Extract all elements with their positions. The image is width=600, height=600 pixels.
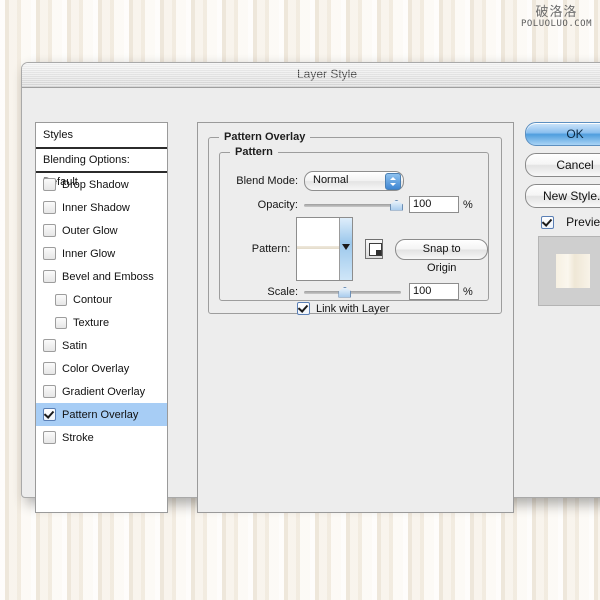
link-with-layer-label: Link with Layer	[316, 302, 390, 315]
dialog-titlebar[interactable]: Layer Style	[22, 63, 600, 88]
ok-button[interactable]: OK	[525, 122, 600, 146]
chevron-updown-icon[interactable]	[385, 173, 401, 190]
style-enable-checkbox[interactable]	[43, 362, 56, 375]
scale-unit: %	[463, 285, 473, 298]
styles-item-container: Drop Shadow Inner Shadow Outer Glow Inner G…	[36, 173, 167, 449]
style-row[interactable]: Contour	[36, 288, 167, 311]
style-row[interactable]: Color Overlay	[36, 357, 167, 380]
pattern-picker[interactable]	[296, 217, 354, 281]
style-enable-checkbox[interactable]	[55, 316, 67, 329]
style-row[interactable]: Gradient Overlay	[36, 380, 167, 403]
scale-input[interactable]: 100	[409, 283, 459, 300]
preview-thumbnail-swatch	[556, 254, 590, 288]
opacity-slider[interactable]	[304, 198, 403, 212]
style-enable-checkbox[interactable]	[43, 224, 56, 237]
style-row[interactable]: Satin	[36, 334, 167, 357]
style-row-label: Contour	[73, 293, 113, 306]
style-enable-checkbox[interactable]	[55, 293, 67, 306]
preview-checkbox[interactable]	[541, 215, 555, 229]
pattern-group: Pattern Blend Mode: Normal Opacity: 100 …	[219, 146, 489, 301]
style-enable-checkbox[interactable]	[43, 339, 56, 352]
scale-label: Scale:	[267, 285, 298, 298]
watermark: 破洛洛 POLUOLUO.COM	[521, 6, 592, 29]
dialog-body: Styles Blending Options: Default Drop Sh…	[22, 88, 600, 513]
blend-mode-label: Blend Mode:	[236, 175, 298, 187]
dialog-title: Layer Style	[296, 67, 358, 81]
styles-header: Styles	[36, 123, 167, 149]
blend-mode-select[interactable]: Normal	[304, 171, 404, 191]
new-pattern-icon[interactable]	[365, 239, 384, 259]
watermark-chinese: 破洛洛	[535, 5, 578, 20]
style-enable-checkbox[interactable]	[43, 270, 56, 283]
style-row-label: Inner Glow	[62, 247, 116, 260]
style-row-label: Inner Shadow	[62, 201, 130, 214]
preview-label: Preview	[566, 215, 600, 229]
preview-thumbnail	[538, 236, 600, 306]
opacity-unit: %	[463, 198, 473, 211]
style-enable-checkbox[interactable]	[43, 247, 56, 260]
cancel-button[interactable]: Cancel	[525, 153, 600, 177]
style-row-label: Drop Shadow	[62, 178, 129, 191]
blend-mode-value: Normal	[313, 174, 349, 186]
scale-slider-track	[304, 290, 401, 294]
style-row-label: Color Overlay	[62, 362, 130, 375]
style-row-label: Bevel and Emboss	[62, 270, 154, 283]
style-row-label: Gradient Overlay	[62, 385, 146, 398]
pattern-label: Pattern:	[251, 243, 291, 255]
style-row-label: Satin	[62, 339, 88, 352]
pattern-overlay-options-panel: Pattern Overlay Pattern Blend Mode: Norm…	[197, 122, 514, 513]
style-row-label: Pattern Overlay	[62, 408, 139, 421]
link-with-layer-checkbox[interactable]	[297, 302, 310, 315]
style-row-label: Stroke	[62, 431, 94, 444]
style-row[interactable]: Stroke	[36, 426, 167, 449]
pattern-swatch-grid[interactable]	[297, 218, 340, 280]
scale-slider[interactable]	[304, 285, 401, 299]
pattern-swatch-item[interactable]	[297, 246, 340, 249]
style-row[interactable]: Texture	[36, 311, 167, 334]
pattern-overlay-group-legend: Pattern Overlay	[219, 131, 311, 143]
new-style-button[interactable]: New Style...	[525, 184, 600, 208]
style-enable-checkbox[interactable]	[43, 431, 56, 444]
scale-slider-thumb[interactable]	[338, 286, 352, 298]
style-row[interactable]: Inner Shadow	[36, 196, 167, 219]
layer-style-dialog: Layer Style Styles Blending Options: Def…	[21, 62, 600, 513]
style-enable-checkbox[interactable]	[43, 385, 56, 398]
style-row[interactable]: Inner Glow	[36, 242, 167, 265]
blending-options-row[interactable]: Blending Options: Default	[36, 149, 167, 188]
style-row[interactable]: Outer Glow	[36, 219, 167, 242]
style-enable-checkbox[interactable]	[43, 408, 56, 421]
style-row[interactable]: Pattern Overlay	[36, 403, 167, 426]
pattern-picker-scrollbar[interactable]	[339, 218, 353, 280]
style-enable-checkbox[interactable]	[43, 178, 56, 191]
styles-list-panel: Styles Blending Options: Default Drop Sh…	[35, 122, 168, 513]
style-row-label: Outer Glow	[62, 224, 118, 237]
new-pattern-glyph	[369, 243, 383, 256]
opacity-slider-track	[304, 203, 401, 207]
opacity-slider-thumb[interactable]	[390, 199, 403, 211]
pattern-overlay-group: Pattern Overlay Pattern Blend Mode: Norm…	[208, 131, 502, 315]
watermark-url: POLUOLUO.COM	[520, 18, 592, 29]
preview-toggle-row[interactable]: Preview	[525, 215, 600, 229]
style-row[interactable]: Bevel and Emboss	[36, 265, 167, 288]
style-row-label: Texture	[73, 316, 110, 329]
style-enable-checkbox[interactable]	[43, 201, 56, 214]
opacity-input[interactable]: 100	[409, 196, 459, 213]
dialog-button-column: OK Cancel New Style... Preview	[525, 122, 600, 306]
snap-to-origin-button[interactable]: Snap to Origin	[395, 238, 488, 274]
opacity-label: Opacity:	[257, 198, 298, 211]
pattern-group-legend: Pattern	[230, 146, 278, 158]
chevron-down-icon[interactable]	[342, 244, 351, 250]
